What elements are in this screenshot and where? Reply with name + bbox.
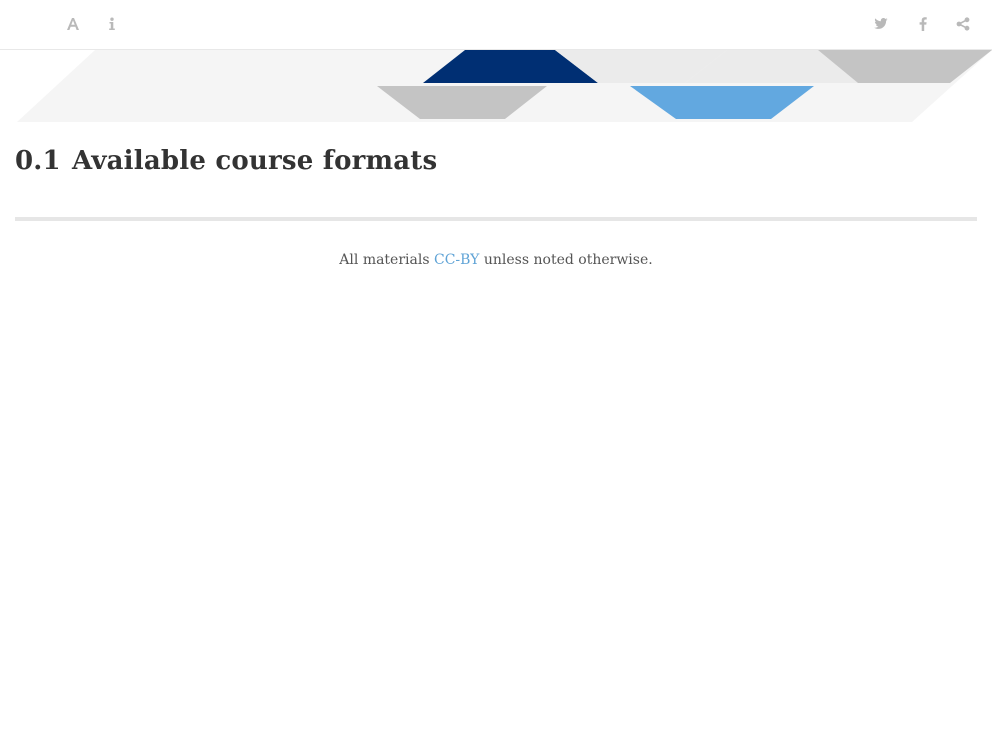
font-settings-icon bbox=[66, 17, 80, 31]
twitter-button[interactable] bbox=[869, 12, 893, 36]
page-title: 0.1 Available course formats bbox=[15, 146, 437, 176]
section-number: 0.1 bbox=[15, 146, 61, 176]
section-title: Available course formats bbox=[72, 146, 438, 176]
facebook-button[interactable] bbox=[911, 12, 935, 36]
info-icon bbox=[108, 17, 116, 31]
banner-graphic bbox=[17, 50, 992, 122]
header-banner bbox=[0, 49, 992, 124]
license-suffix: unless noted otherwise. bbox=[479, 252, 653, 268]
book-toolbar bbox=[0, 0, 992, 50]
info-button[interactable] bbox=[100, 12, 124, 36]
share-icon bbox=[956, 17, 970, 31]
section-divider bbox=[15, 217, 977, 221]
facebook-icon bbox=[919, 17, 927, 31]
license-prefix: All materials bbox=[339, 252, 434, 268]
license-link[interactable]: CC-BY bbox=[434, 252, 479, 268]
share-button[interactable] bbox=[951, 12, 975, 36]
font-settings-button[interactable] bbox=[61, 12, 85, 36]
twitter-icon bbox=[874, 18, 888, 30]
license-note: All materials CC-BY unless noted otherwi… bbox=[0, 252, 992, 268]
